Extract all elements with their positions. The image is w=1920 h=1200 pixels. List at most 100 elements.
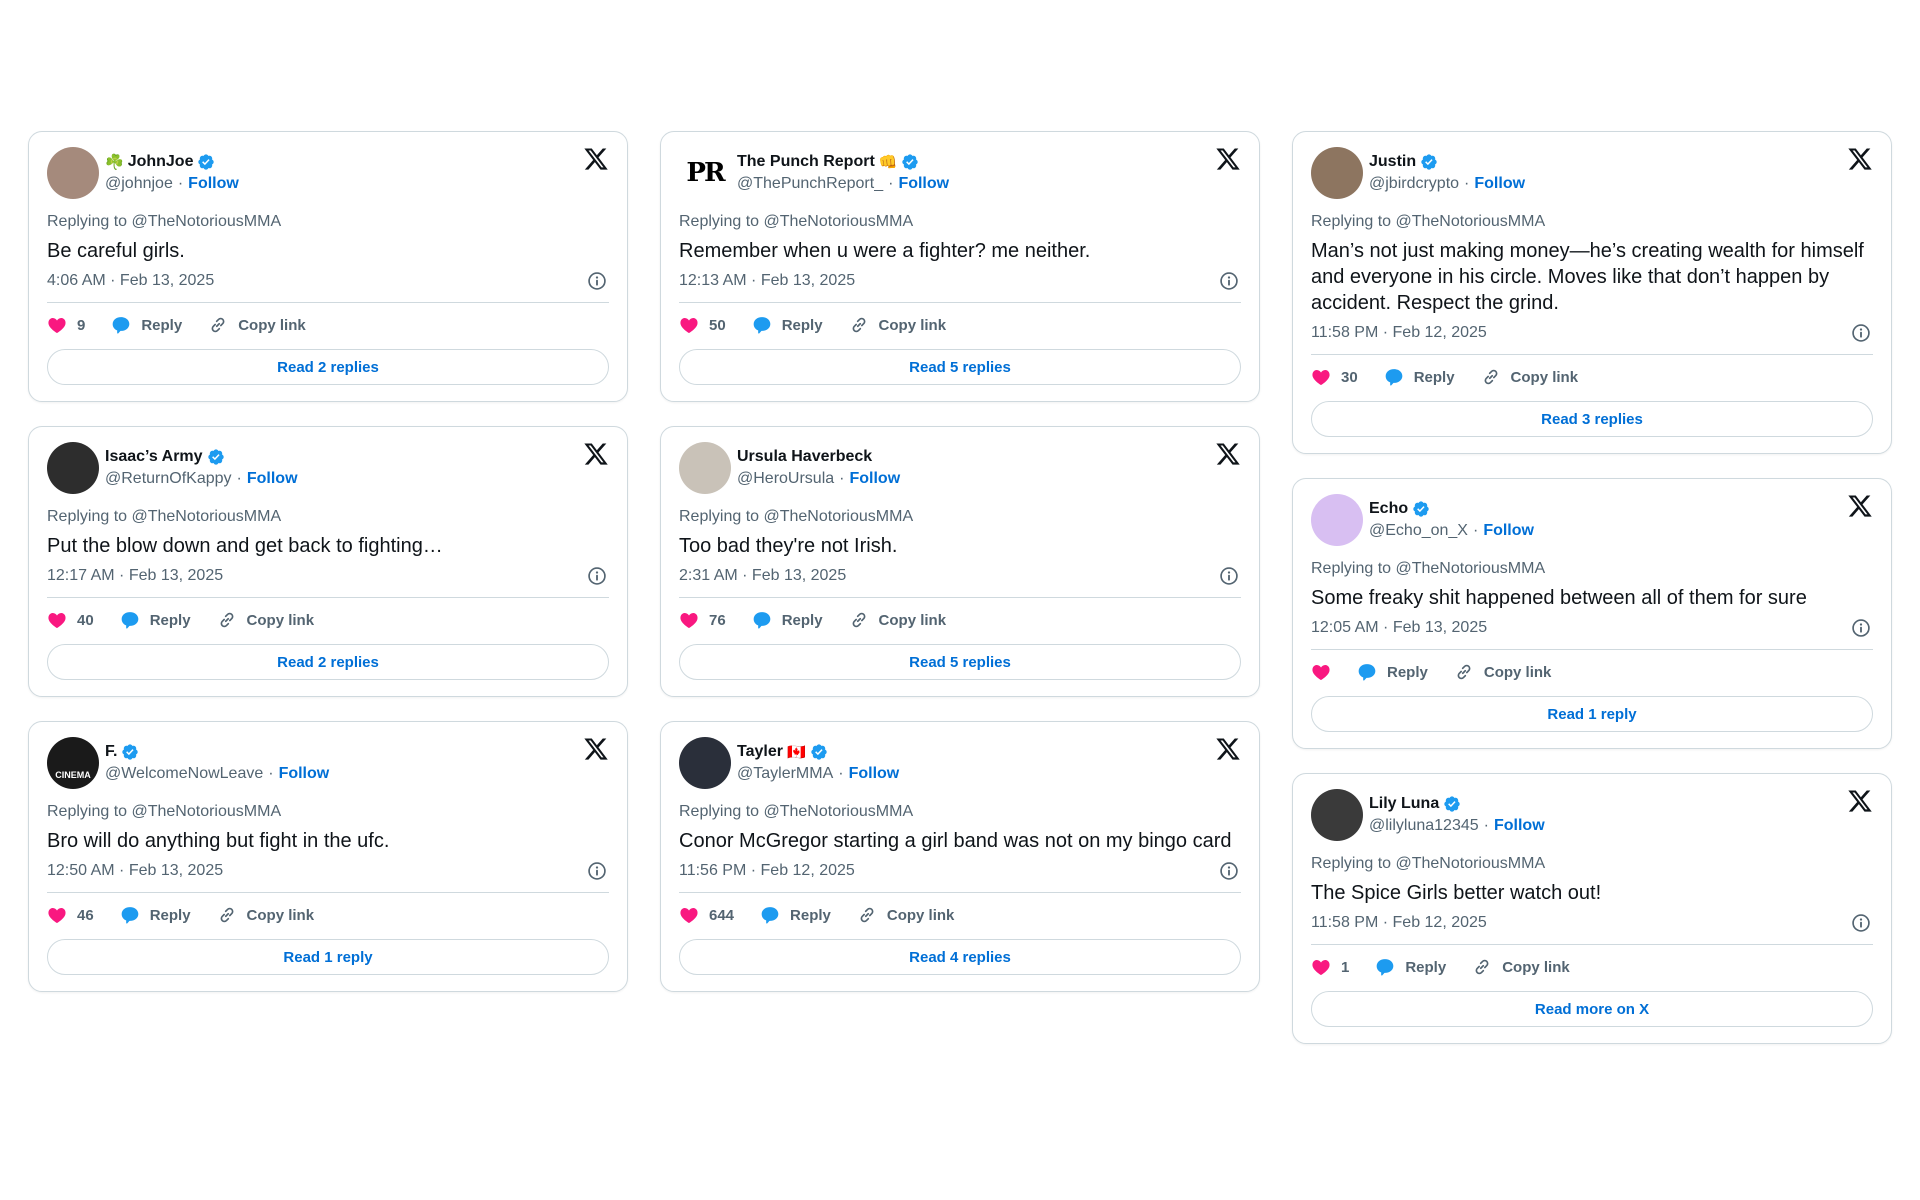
x-logo-icon[interactable] <box>1215 736 1241 762</box>
timestamp[interactable]: 11:58 PM · Feb 12, 2025 <box>1311 324 1487 342</box>
reply-button[interactable]: Reply <box>120 610 191 630</box>
avatar[interactable] <box>679 737 731 789</box>
info-icon[interactable] <box>1219 566 1239 586</box>
author-name[interactable]: JohnJoe <box>128 153 194 171</box>
author-name[interactable]: The Punch Report <box>737 153 875 171</box>
replying-to[interactable]: Replying to @TheNotoriousMMA <box>1311 559 1873 579</box>
author-handle[interactable]: @lilyluna12345 <box>1369 817 1479 835</box>
author-name[interactable]: Tayler <box>737 743 783 761</box>
info-icon[interactable] <box>1851 913 1871 933</box>
read-replies-button[interactable]: Read more on X <box>1311 991 1873 1027</box>
reply-button[interactable]: Reply <box>1375 957 1446 977</box>
avatar[interactable] <box>679 442 731 494</box>
reply-button[interactable]: Reply <box>120 905 191 925</box>
timestamp[interactable]: 12:05 AM · Feb 13, 2025 <box>1311 619 1487 637</box>
copy-link-button[interactable]: Copy link <box>217 905 314 925</box>
reply-button[interactable]: Reply <box>1384 367 1455 387</box>
follow-button[interactable]: Follow <box>898 175 949 193</box>
info-icon[interactable] <box>1219 271 1239 291</box>
info-icon[interactable] <box>587 566 607 586</box>
info-icon[interactable] <box>587 861 607 881</box>
read-replies-button[interactable]: Read 5 replies <box>679 349 1241 385</box>
like-button[interactable]: 9 <box>47 315 85 335</box>
avatar[interactable]: CINEMA <box>47 737 99 789</box>
read-replies-button[interactable]: Read 1 reply <box>47 939 609 975</box>
like-button[interactable]: 76 <box>679 610 726 630</box>
copy-link-button[interactable]: Copy link <box>1454 662 1551 682</box>
replying-to[interactable]: Replying to @TheNotoriousMMA <box>679 212 1241 232</box>
copy-link-button[interactable]: Copy link <box>849 315 946 335</box>
read-replies-button[interactable]: Read 2 replies <box>47 644 609 680</box>
timestamp[interactable]: 4:06 AM · Feb 13, 2025 <box>47 272 214 290</box>
author-handle[interactable]: @ThePunchReport_ <box>737 175 883 193</box>
x-logo-icon[interactable] <box>583 146 609 172</box>
replying-to[interactable]: Replying to @TheNotoriousMMA <box>1311 854 1873 874</box>
x-logo-icon[interactable] <box>1847 788 1873 814</box>
replying-to[interactable]: Replying to @TheNotoriousMMA <box>47 802 609 822</box>
author-handle[interactable]: @Echo_on_X <box>1369 522 1468 540</box>
copy-link-button[interactable]: Copy link <box>208 315 306 335</box>
reply-button[interactable]: Reply <box>752 315 823 335</box>
timestamp[interactable]: 12:50 AM · Feb 13, 2025 <box>47 862 223 880</box>
replying-to[interactable]: Replying to @TheNotoriousMMA <box>679 507 1241 527</box>
avatar[interactable] <box>47 442 99 494</box>
x-logo-icon[interactable] <box>583 441 609 467</box>
like-button[interactable]: 30 <box>1311 367 1358 387</box>
read-replies-button[interactable]: Read 3 replies <box>1311 401 1873 437</box>
like-button[interactable]: 46 <box>47 905 94 925</box>
like-button[interactable]: 50 <box>679 315 726 335</box>
reply-button[interactable]: Reply <box>111 315 182 335</box>
reply-button[interactable]: Reply <box>760 905 831 925</box>
x-logo-icon[interactable] <box>1215 146 1241 172</box>
replying-to[interactable]: Replying to @TheNotoriousMMA <box>1311 212 1873 232</box>
read-replies-button[interactable]: Read 2 replies <box>47 349 609 385</box>
author-handle[interactable]: @TaylerMMA <box>737 765 833 783</box>
follow-button[interactable]: Follow <box>247 470 298 488</box>
follow-button[interactable]: Follow <box>1494 817 1545 835</box>
like-button[interactable]: 644 <box>679 905 734 925</box>
copy-link-button[interactable]: Copy link <box>857 905 954 925</box>
avatar[interactable] <box>1311 789 1363 841</box>
info-icon[interactable] <box>1851 323 1871 343</box>
author-name[interactable]: Isaac’s Army <box>105 448 203 466</box>
avatar[interactable]: PR <box>679 147 731 199</box>
like-button[interactable]: 40 <box>47 610 94 630</box>
follow-button[interactable]: Follow <box>1483 522 1534 540</box>
avatar[interactable] <box>1311 147 1363 199</box>
author-handle[interactable]: @HeroUrsula <box>737 470 834 488</box>
read-replies-button[interactable]: Read 4 replies <box>679 939 1241 975</box>
follow-button[interactable]: Follow <box>849 765 900 783</box>
like-button[interactable] <box>1311 662 1331 682</box>
like-button[interactable]: 1 <box>1311 957 1349 977</box>
author-name[interactable]: F. <box>105 743 117 761</box>
author-handle[interactable]: @johnjoe <box>105 175 173 193</box>
follow-button[interactable]: Follow <box>849 470 900 488</box>
x-logo-icon[interactable] <box>1847 493 1873 519</box>
info-icon[interactable] <box>1851 618 1871 638</box>
copy-link-button[interactable]: Copy link <box>217 610 314 630</box>
avatar[interactable] <box>1311 494 1363 546</box>
info-icon[interactable] <box>1219 861 1239 881</box>
x-logo-icon[interactable] <box>583 736 609 762</box>
replying-to[interactable]: Replying to @TheNotoriousMMA <box>47 507 609 527</box>
follow-button[interactable]: Follow <box>1474 175 1525 193</box>
read-replies-button[interactable]: Read 5 replies <box>679 644 1241 680</box>
author-handle[interactable]: @WelcomeNowLeave <box>105 765 263 783</box>
replying-to[interactable]: Replying to @TheNotoriousMMA <box>47 212 609 232</box>
author-name[interactable]: Justin <box>1369 153 1416 171</box>
info-icon[interactable] <box>587 271 607 291</box>
copy-link-button[interactable]: Copy link <box>1481 367 1578 387</box>
x-logo-icon[interactable] <box>1215 441 1241 467</box>
timestamp[interactable]: 11:56 PM · Feb 12, 2025 <box>679 862 855 880</box>
copy-link-button[interactable]: Copy link <box>1472 957 1570 977</box>
copy-link-button[interactable]: Copy link <box>849 610 946 630</box>
reply-button[interactable]: Reply <box>1357 662 1428 682</box>
read-replies-button[interactable]: Read 1 reply <box>1311 696 1873 732</box>
replying-to[interactable]: Replying to @TheNotoriousMMA <box>679 802 1241 822</box>
timestamp[interactable]: 12:13 AM · Feb 13, 2025 <box>679 272 855 290</box>
follow-button[interactable]: Follow <box>188 175 239 193</box>
timestamp[interactable]: 2:31 AM · Feb 13, 2025 <box>679 567 846 585</box>
x-logo-icon[interactable] <box>1847 146 1873 172</box>
reply-button[interactable]: Reply <box>752 610 823 630</box>
author-handle[interactable]: @jbirdcrypto <box>1369 175 1459 193</box>
